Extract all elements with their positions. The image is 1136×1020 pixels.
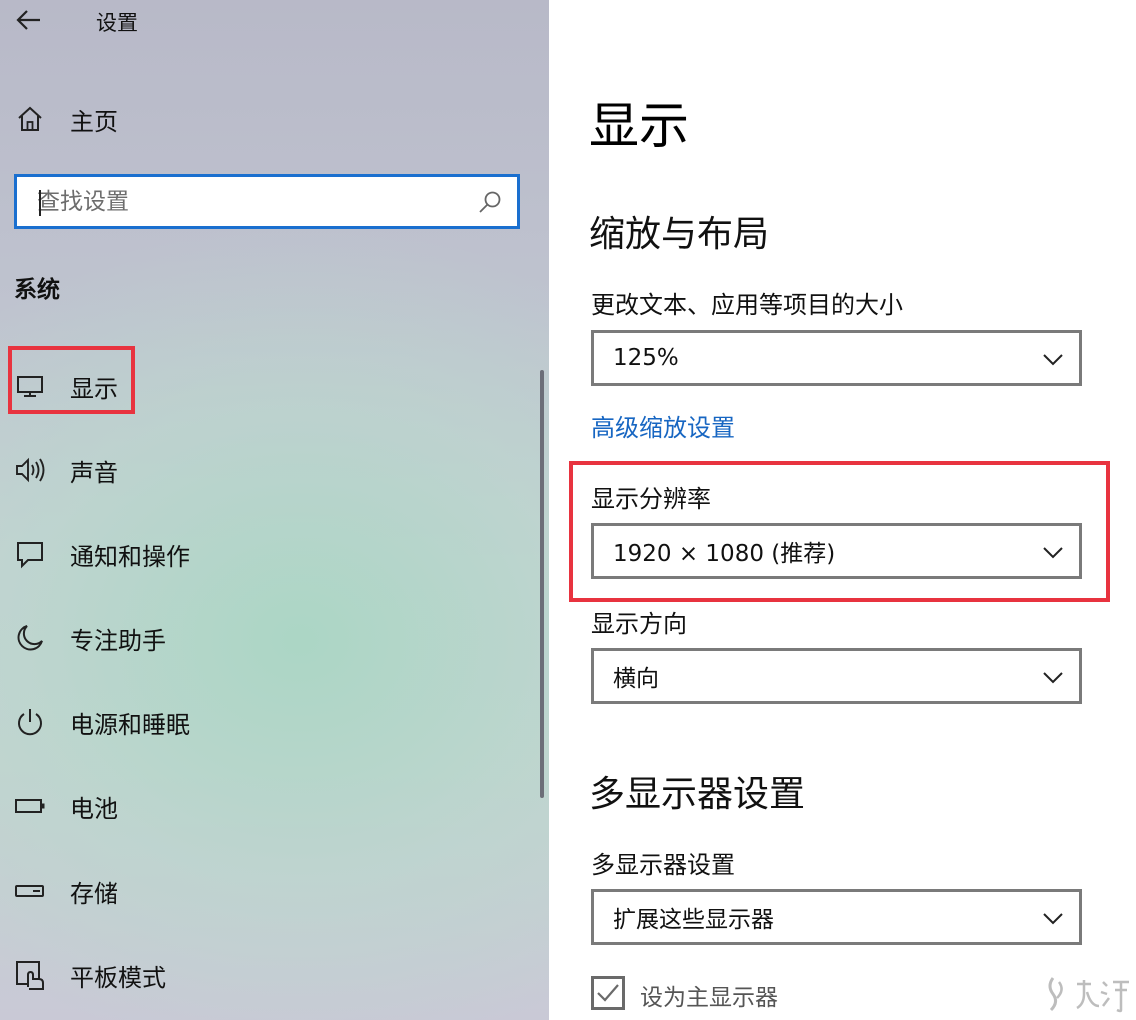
monitor-icon — [14, 370, 46, 402]
orientation-dropdown[interactable]: 横向 — [591, 648, 1082, 704]
search-input[interactable] — [17, 177, 517, 226]
chevron-down-icon — [1043, 547, 1063, 559]
sidebar-item-label: 平板模式 — [70, 963, 166, 992]
page-title: 显示 — [589, 97, 689, 155]
multi-display-label: 多显示器设置 — [591, 851, 735, 879]
resolution-dropdown[interactable]: 1920 × 1080 (推荐) — [591, 523, 1082, 579]
sidebar-item-home[interactable]: 主页 — [10, 91, 530, 147]
advanced-scaling-link[interactable]: 高级缩放设置 — [591, 408, 735, 443]
home-icon — [14, 103, 46, 135]
sidebar-scrollbar[interactable] — [540, 370, 544, 798]
dropdown-value: 扩展这些显示器 — [613, 907, 774, 933]
section-label-system: 系统 — [14, 277, 60, 303]
content-pane: 显示 缩放与布局 更改文本、应用等项目的大小 125% 高级缩放设置 显示分辨率… — [549, 0, 1136, 1020]
battery-icon — [14, 790, 46, 822]
dropdown-value: 横向 — [613, 666, 659, 692]
notification-icon — [14, 538, 46, 570]
chevron-down-icon — [1043, 672, 1063, 684]
section-heading-scale-layout: 缩放与布局 — [589, 214, 770, 255]
sidebar-item-label: 电池 — [70, 794, 118, 823]
sidebar-item-notifications[interactable]: 通知和操作 — [10, 526, 530, 582]
back-arrow-icon — [16, 10, 40, 30]
resolution-label: 显示分辨率 — [591, 485, 711, 513]
sidebar-item-focus-assist[interactable]: 专注助手 — [10, 610, 530, 666]
moon-icon — [14, 622, 46, 654]
scale-dropdown[interactable]: 125% — [591, 330, 1082, 386]
sidebar-item-label: 主页 — [70, 107, 118, 136]
sidebar-item-label: 显示 — [70, 374, 118, 403]
dropdown-value: 125% — [613, 345, 679, 371]
search-icon[interactable] — [477, 189, 503, 215]
chevron-down-icon — [1043, 913, 1063, 925]
back-button[interactable] — [12, 6, 46, 34]
speaker-icon — [14, 454, 46, 486]
window-title: 设置 — [96, 11, 138, 35]
chevron-down-icon — [1043, 354, 1063, 366]
sidebar-item-label: 通知和操作 — [70, 542, 190, 571]
orientation-label: 显示方向 — [591, 610, 687, 638]
scale-label: 更改文本、应用等项目的大小 — [591, 291, 903, 319]
sidebar-item-display[interactable]: 显示 — [10, 358, 530, 414]
dropdown-value: 1920 × 1080 (推荐) — [613, 541, 836, 567]
sidebar-item-battery[interactable]: 电池 — [10, 778, 530, 834]
sidebar-item-power-sleep[interactable]: 电源和睡眠 — [10, 694, 530, 750]
primary-display-checkbox[interactable] — [591, 976, 625, 1010]
multi-display-dropdown[interactable]: 扩展这些显示器 — [591, 889, 1082, 945]
power-icon — [14, 706, 46, 738]
section-heading-multi-display: 多显示器设置 — [589, 774, 806, 815]
search-box[interactable] — [14, 174, 520, 229]
checkmark-icon — [597, 984, 619, 1002]
text-caret — [39, 190, 41, 216]
storage-icon — [14, 875, 46, 907]
sidebar-item-sound[interactable]: 声音 — [10, 442, 530, 498]
sidebar-item-label: 电源和睡眠 — [70, 710, 190, 739]
sidebar-item-label: 声音 — [70, 458, 118, 487]
jiuyou-logo-icon — [1048, 977, 1129, 1013]
primary-display-label: 设为主显示器 — [640, 985, 778, 1011]
sidebar-item-tablet-mode[interactable]: 平板模式 — [10, 947, 530, 1003]
sidebar-item-label: 存储 — [70, 879, 118, 908]
sidebar-item-storage[interactable]: 存储 — [10, 863, 530, 919]
navigation-pane: 设置 主页 系统 显示 — [0, 0, 549, 1020]
tablet-mode-icon — [14, 959, 46, 991]
sidebar-item-label: 专注助手 — [70, 626, 166, 655]
